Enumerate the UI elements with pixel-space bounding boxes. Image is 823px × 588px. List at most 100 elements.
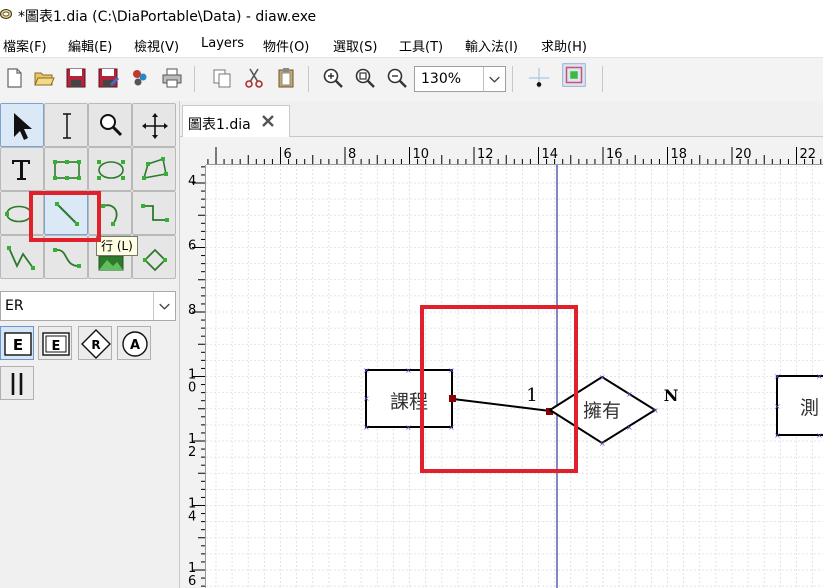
menu-edit[interactable]: 編輯(E) — [68, 36, 112, 55]
line-tool-highlight — [29, 191, 101, 242]
connection-handle-start[interactable] — [449, 395, 456, 402]
toolbar-separator — [308, 66, 309, 92]
chevron-down-icon[interactable] — [483, 67, 505, 91]
relationship-has-label: 擁有 — [583, 400, 621, 422]
open-folder-icon[interactable] — [32, 66, 56, 90]
zoom-value[interactable]: 130% — [421, 71, 461, 87]
er-participation-shape[interactable] — [0, 366, 34, 400]
ruler-label: 16 — [606, 147, 623, 162]
polygon-shape-icon — [142, 157, 168, 180]
svg-text:×: × — [816, 431, 823, 440]
box-shape-icon — [53, 160, 81, 180]
polyline-icon — [7, 246, 35, 270]
weak-entity-icon: E — [42, 332, 70, 356]
svg-text:×: × — [405, 423, 412, 432]
tab-bar: 圖表1.dia — [180, 101, 823, 137]
menu-layers[interactable]: Layers — [201, 36, 244, 51]
sheet-value[interactable]: ER — [5, 298, 24, 314]
vertical-ruler[interactable]: 4 6 8 10 12 14 16 — [180, 165, 206, 588]
svg-text:×: × — [448, 366, 455, 375]
ruler-label: 12 — [477, 147, 494, 162]
zoom-out-icon[interactable] — [385, 66, 409, 90]
svg-text:×: × — [774, 372, 781, 381]
line-tool-tooltip: 行 (L) — [96, 236, 138, 256]
svg-text:6: 6 — [188, 239, 196, 254]
relationship-glyph: R — [91, 338, 100, 352]
svg-text:×: × — [652, 406, 659, 415]
menu-objects[interactable]: 物件(O) — [263, 36, 309, 55]
magnify-tool[interactable] — [88, 103, 132, 147]
svg-text:4: 4 — [188, 174, 196, 189]
horizontal-ruler[interactable]: 6 8 10 12 14 16 18 20 22 — [206, 137, 823, 165]
cardinality-left[interactable]: 1 — [526, 385, 537, 406]
paste-icon[interactable] — [274, 66, 298, 90]
toolbar-separator — [602, 66, 603, 92]
pointer-tool[interactable] — [0, 103, 44, 147]
text-cursor-icon — [63, 113, 71, 139]
text-t-icon — [12, 160, 30, 180]
print-icon[interactable] — [160, 66, 184, 90]
main-toolbar: 130% — [0, 57, 823, 103]
zoom-fit-icon[interactable] — [353, 66, 377, 90]
ellipse-tool[interactable] — [88, 147, 132, 191]
tab-diagram1[interactable]: 圖表1.dia — [182, 105, 290, 137]
zigzagline-tool[interactable] — [132, 191, 176, 235]
toolbar-separator — [194, 66, 195, 92]
entity-course[interactable]: 課程 × × × × × × × — [363, 366, 455, 432]
menu-select[interactable]: 選取(S) — [333, 36, 377, 55]
save-as-icon[interactable] — [96, 66, 120, 90]
ruler-label: 8 — [188, 303, 196, 318]
diagram-canvas[interactable]: 課程 × × × × × × × 1 擁有 × × × × × × × N 測 … — [206, 165, 823, 588]
toolbar-separator — [512, 66, 513, 92]
scroll-tool[interactable] — [132, 103, 176, 147]
menu-view[interactable]: 檢視(V) — [134, 36, 179, 55]
box-tool[interactable] — [44, 147, 88, 191]
er-entity-shape[interactable]: E — [0, 326, 34, 360]
svg-text:×: × — [405, 366, 412, 375]
export-icon[interactable] — [128, 66, 152, 90]
er-relationship-shape[interactable]: R — [78, 326, 112, 360]
text-tool[interactable] — [0, 147, 44, 191]
ruler-label: 8 — [348, 147, 356, 162]
ruler-label: 6 — [188, 239, 196, 254]
ruler-label: 10 — [413, 147, 430, 162]
er-weak-entity-shape[interactable]: E — [38, 326, 72, 360]
entity-test[interactable]: 測 × × × × × — [774, 372, 823, 440]
attribute-icon: A — [122, 331, 148, 357]
chevron-down-icon[interactable] — [153, 292, 175, 320]
ruler-label: 22 — [800, 147, 817, 162]
menu-help[interactable]: 求助(H) — [541, 36, 587, 55]
text-edit-tool[interactable] — [44, 103, 88, 147]
svg-text:×: × — [448, 423, 455, 432]
relationship-has[interactable]: 擁有 ××× × ×× × — [548, 373, 659, 448]
ruler-label: 12 — [188, 432, 196, 460]
menu-input-methods[interactable]: 輸入法(I) — [465, 36, 518, 55]
svg-text:8: 8 — [188, 303, 196, 318]
entity-icon: E — [4, 332, 32, 356]
outline-tool[interactable] — [132, 235, 176, 279]
new-file-icon[interactable] — [2, 66, 26, 90]
sheet-selector[interactable]: ER — [0, 291, 176, 321]
polygon-tool[interactable] — [132, 147, 176, 191]
cut-icon[interactable] — [242, 66, 266, 90]
menu-file[interactable]: 檔案(F) — [3, 36, 47, 55]
diagram-svg[interactable]: 課程 × × × × × × × 1 擁有 ××× × ×× × N 測 ×××… — [206, 165, 823, 588]
horizontal-ruler-ticks: 6 8 10 12 14 16 18 20 22 — [207, 147, 822, 164]
zoom-combobox[interactable]: 130% — [414, 66, 506, 92]
tab-label[interactable]: 圖表1.dia — [188, 114, 251, 134]
title-bar: *圖表1.dia (C:\DiaPortable\Data) - diaw.ex… — [0, 0, 823, 31]
weak-entity-glyph: E — [52, 339, 61, 354]
er-attribute-shape[interactable]: A — [117, 326, 151, 360]
snap-to-grid-icon[interactable] — [527, 66, 551, 90]
snap-to-objects-icon[interactable] — [562, 63, 586, 87]
participation-icon — [11, 373, 23, 395]
close-icon[interactable] — [261, 114, 275, 128]
move-arrows-icon — [142, 113, 168, 139]
zoom-in-icon[interactable] — [321, 66, 345, 90]
svg-text:4: 4 — [188, 510, 196, 525]
svg-text:×: × — [363, 394, 370, 403]
cardinality-right[interactable]: N — [664, 386, 679, 405]
save-icon[interactable] — [64, 66, 88, 90]
copy-icon[interactable] — [210, 66, 234, 90]
menu-tools[interactable]: 工具(T) — [399, 36, 443, 55]
